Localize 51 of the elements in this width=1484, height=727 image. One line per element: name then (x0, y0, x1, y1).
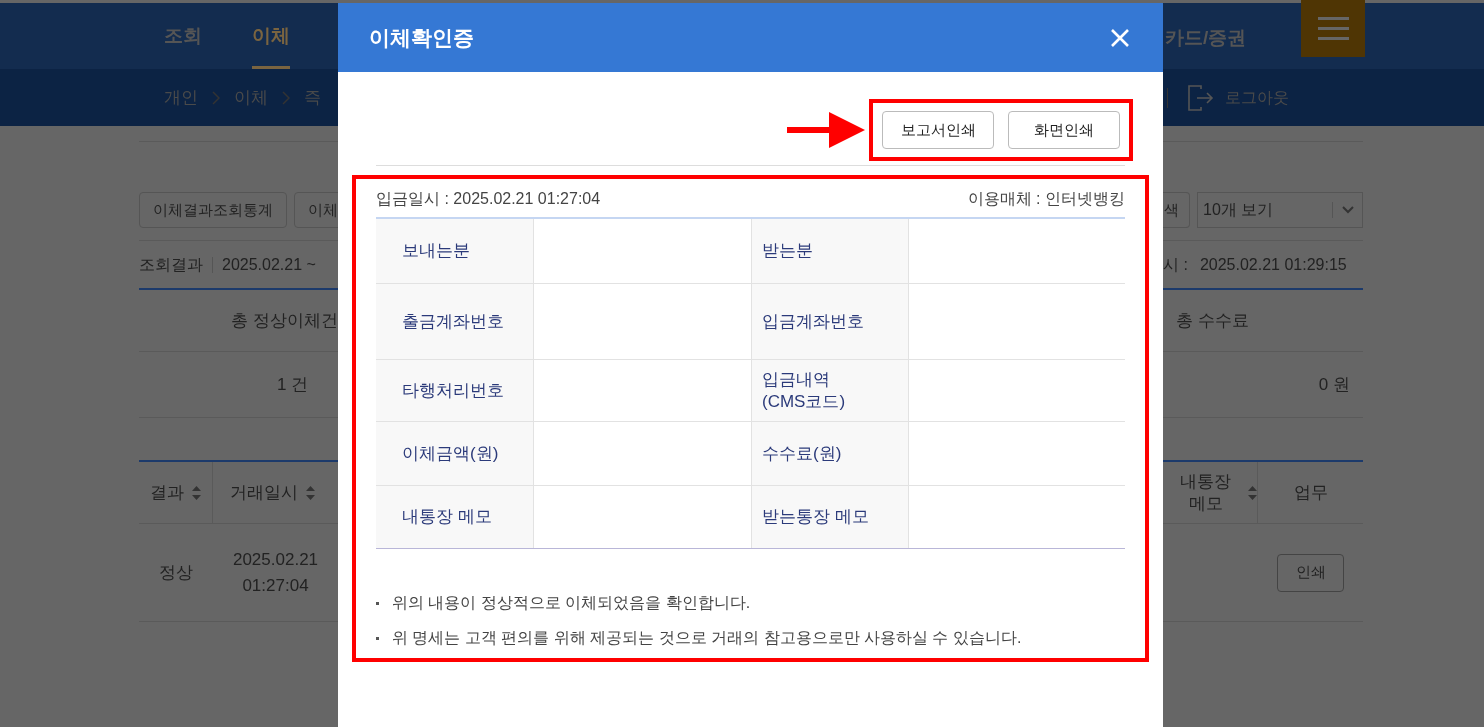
table-cell-text: 1 건 (277, 373, 309, 396)
arrow-icon (787, 110, 865, 150)
note-text: 위의 내용이 정상적으로 이체되었음을 확인합니다. (392, 593, 751, 613)
row-label: 입금내역 (CMS코드) (762, 369, 846, 412)
search-button[interactable]: 색 (1163, 192, 1190, 228)
row-label: 받는분 (762, 240, 813, 262)
nav-tab[interactable]: 카드/증권 (1165, 24, 1247, 53)
nav-tab[interactable]: 조회 (164, 21, 202, 69)
menu-button[interactable] (1301, 0, 1366, 57)
table-cell-text: 0 원 (1318, 373, 1350, 396)
chevron-down-icon (1342, 206, 1354, 214)
chevron-right-icon (282, 90, 290, 105)
logout-icon[interactable] (1188, 84, 1214, 111)
row-label: 입금계좌번호 (762, 310, 864, 333)
column-header: 총 수수료 (1176, 309, 1249, 332)
query-time-label: 시 : (1163, 254, 1188, 275)
breadcrumb-item[interactable]: 이체 (234, 84, 268, 111)
sort-icon[interactable] (192, 485, 201, 500)
print-button[interactable]: 화면인쇄 (1008, 111, 1120, 149)
column-header: 총 정상이체건 (231, 309, 338, 332)
breadcrumb-item[interactable]: 개인 (164, 84, 198, 111)
table-cell-text: 정상 (158, 561, 194, 584)
table-cell-text: 01:27:04 (242, 574, 309, 597)
print-button[interactable]: 보고서인쇄 (882, 111, 994, 149)
column-header: 결과 (150, 481, 184, 504)
row-label: 타행처리번호 (402, 379, 504, 402)
note-text: 위 명세는 고객 편의를 위해 제공되는 것으로 거래의 참고용으로만 사용하실 수 있습니다. (392, 628, 1022, 648)
channel-text: 이용매체 : 인터넷뱅킹 (967, 189, 1125, 209)
logout-link[interactable]: 로그아웃 (1225, 85, 1289, 110)
breadcrumb-item[interactable]: 즉 (304, 84, 321, 111)
row-label: 출금계좌번호 (402, 310, 504, 333)
column-header: 업무 (1293, 481, 1328, 504)
sort-icon[interactable] (1248, 485, 1257, 500)
chevron-right-icon (212, 90, 220, 105)
column-header: 내통장 메모 (1179, 471, 1232, 514)
column-header: 거래일시 (230, 481, 298, 504)
row-label: 보내는분 (402, 240, 470, 262)
result-label: 조회결과 (139, 254, 203, 275)
sort-icon[interactable] (306, 485, 315, 500)
tool-button[interactable]: 이체결과조회통계 (139, 192, 287, 228)
modal-title: 이체확인증 (369, 24, 474, 51)
row-label: 받는통장 메모 (762, 506, 869, 528)
page-size-select[interactable]: 10개 보기 (1197, 192, 1363, 228)
row-label: 내통장 메모 (402, 506, 492, 528)
table-cell-text: 2025.02.21 (232, 549, 319, 571)
query-time: 2025.02.21 01:29:15 (1199, 254, 1347, 275)
deposit-time: 입금일시 : 2025.02.21 01:27:04 (376, 189, 601, 209)
result-range: 2025.02.21 ~ (222, 254, 316, 275)
row-label: 수수료(원) (762, 442, 842, 465)
row-label: 이체금액(원) (402, 442, 499, 465)
print-button[interactable]: 인쇄 (1277, 553, 1344, 592)
